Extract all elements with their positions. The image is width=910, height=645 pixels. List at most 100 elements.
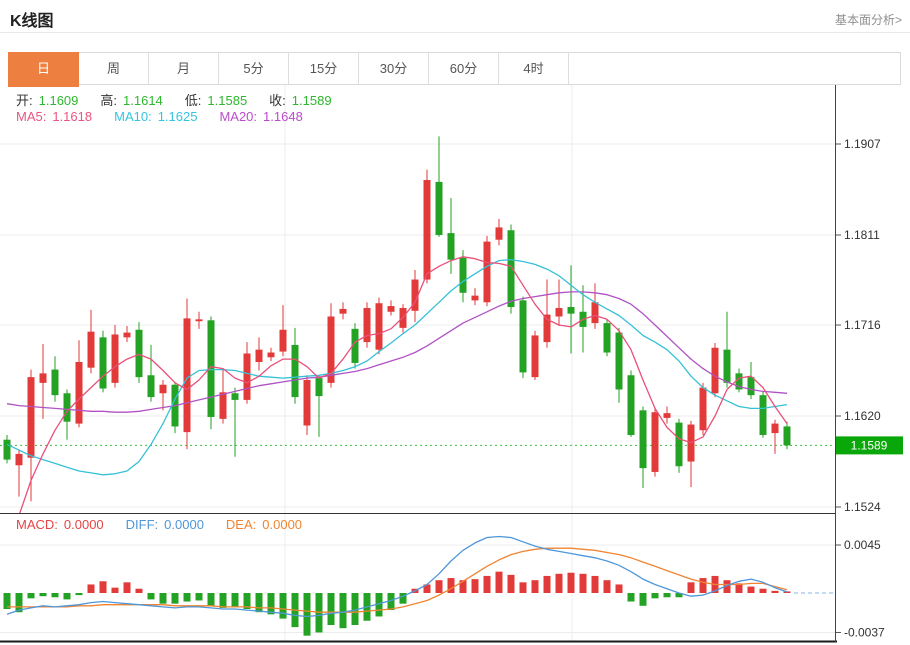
macd-bar [64,593,71,599]
macd-bar [604,580,611,593]
legend-value: 1.1648 [263,109,303,124]
macd-bar [172,593,179,604]
legend-value: 1.1585 [207,93,247,108]
candle-body [424,180,431,280]
candle-body [448,233,455,260]
candle-body [28,377,35,458]
candle-body [376,303,383,349]
candle-body [640,410,647,468]
candle-body [52,370,59,396]
interval-tab-5分[interactable]: 5分 [219,53,289,84]
macd-bar [448,578,455,593]
candle-body [124,333,131,338]
legend-label: 收: [269,93,286,108]
legend-value: 1.1618 [52,109,92,124]
macd-bar [28,593,35,598]
candle-body [388,306,395,312]
macd-bar [580,574,587,593]
macd-bar [748,587,755,593]
candle-body [256,350,263,362]
candle-body [16,454,23,465]
macd-bar [436,580,443,593]
candle-body [88,332,95,368]
macd-bar [664,593,671,597]
candle-body [532,335,539,377]
page-title: K线图 [10,7,54,31]
macd-bar [472,579,479,593]
fundamental-analysis-link[interactable]: 基本面分析> [835,11,902,28]
ohlc-legend: 开:1.1609高:1.1614低:1.1585收:1.1589 [16,90,354,109]
candle-body [136,330,143,377]
legend-value: 1.1589 [292,93,332,108]
legend-label: MA10: [114,109,152,124]
tab-bar-filler [569,53,900,84]
interval-tab-30分[interactable]: 30分 [359,53,429,84]
macd-bar [568,573,575,593]
legend-value: 1.1625 [158,109,198,124]
candle-body [292,345,299,397]
macd-bar [160,593,167,604]
legend-item: DEA:0.0000 [226,517,308,532]
candle-body [184,318,191,432]
macd-bar [88,584,95,593]
macd-bar [628,593,635,602]
macd-bar [76,593,83,595]
interval-tab-60分[interactable]: 60分 [429,53,499,84]
macd-bar [328,593,335,625]
candle-body [520,300,527,372]
legend-value: 1.1609 [39,93,79,108]
candle-body [724,350,731,383]
legend-item: 收: 1.1589 [269,90,337,109]
candle-body [772,424,779,433]
macd-bar [760,589,767,593]
interval-tab-4时[interactable]: 4时 [499,53,569,84]
legend-label: MA20: [219,109,257,124]
ma5-line [7,257,787,549]
macd-axis-label: 0.0045 [844,538,881,552]
macd-bar [208,593,215,606]
macd-axis-label: -0.0037 [844,625,885,639]
macd-bar [532,580,539,593]
macd-bar [100,581,107,593]
macd-bar [184,593,191,602]
interval-tab-周[interactable]: 周 [79,53,149,84]
candle-body [196,319,203,321]
candle-body [472,296,479,301]
macd-bar [640,593,647,606]
candle-body [676,423,683,467]
candle-body [556,308,563,317]
price-axis-label: 1.1716 [844,318,881,332]
macd-bar [268,593,275,614]
candle-body [628,375,635,435]
candle-body [748,377,755,395]
candle-body [64,393,71,421]
candle-body [268,353,275,358]
legend-value: 1.1614 [123,93,163,108]
macd-bar [652,593,659,598]
candle-body [304,380,311,425]
kline-page: K线图 基本面分析> 日周月5分15分30分60分4时 开:1.1609高:1.… [0,0,910,645]
macd-bar [220,593,227,608]
macd-bar [40,593,47,596]
candle-body [4,440,11,460]
interval-tab-月[interactable]: 月 [149,53,219,84]
ma10-line [7,260,787,475]
macd-bar [304,593,311,636]
candles-group [4,136,791,501]
legend-value: 0.0000 [262,517,302,532]
candle-body [484,242,491,303]
candle-body [244,353,251,399]
candle-body [508,230,515,307]
candle-body [160,385,167,394]
macd-bar [508,575,515,593]
candle-body [316,378,323,396]
kline-chart-canvas[interactable]: 1.19071.18111.17161.16201.15240.0045-0.0… [0,85,910,645]
price-axis-label: 1.1907 [844,137,881,151]
candle-body [664,413,671,418]
price-axis-label: 1.1524 [844,500,881,514]
macd-bar [196,593,203,600]
macd-bar [112,588,119,593]
legend-label: MACD: [16,517,58,532]
interval-tab-15分[interactable]: 15分 [289,53,359,84]
interval-tab-日[interactable]: 日 [8,52,79,87]
